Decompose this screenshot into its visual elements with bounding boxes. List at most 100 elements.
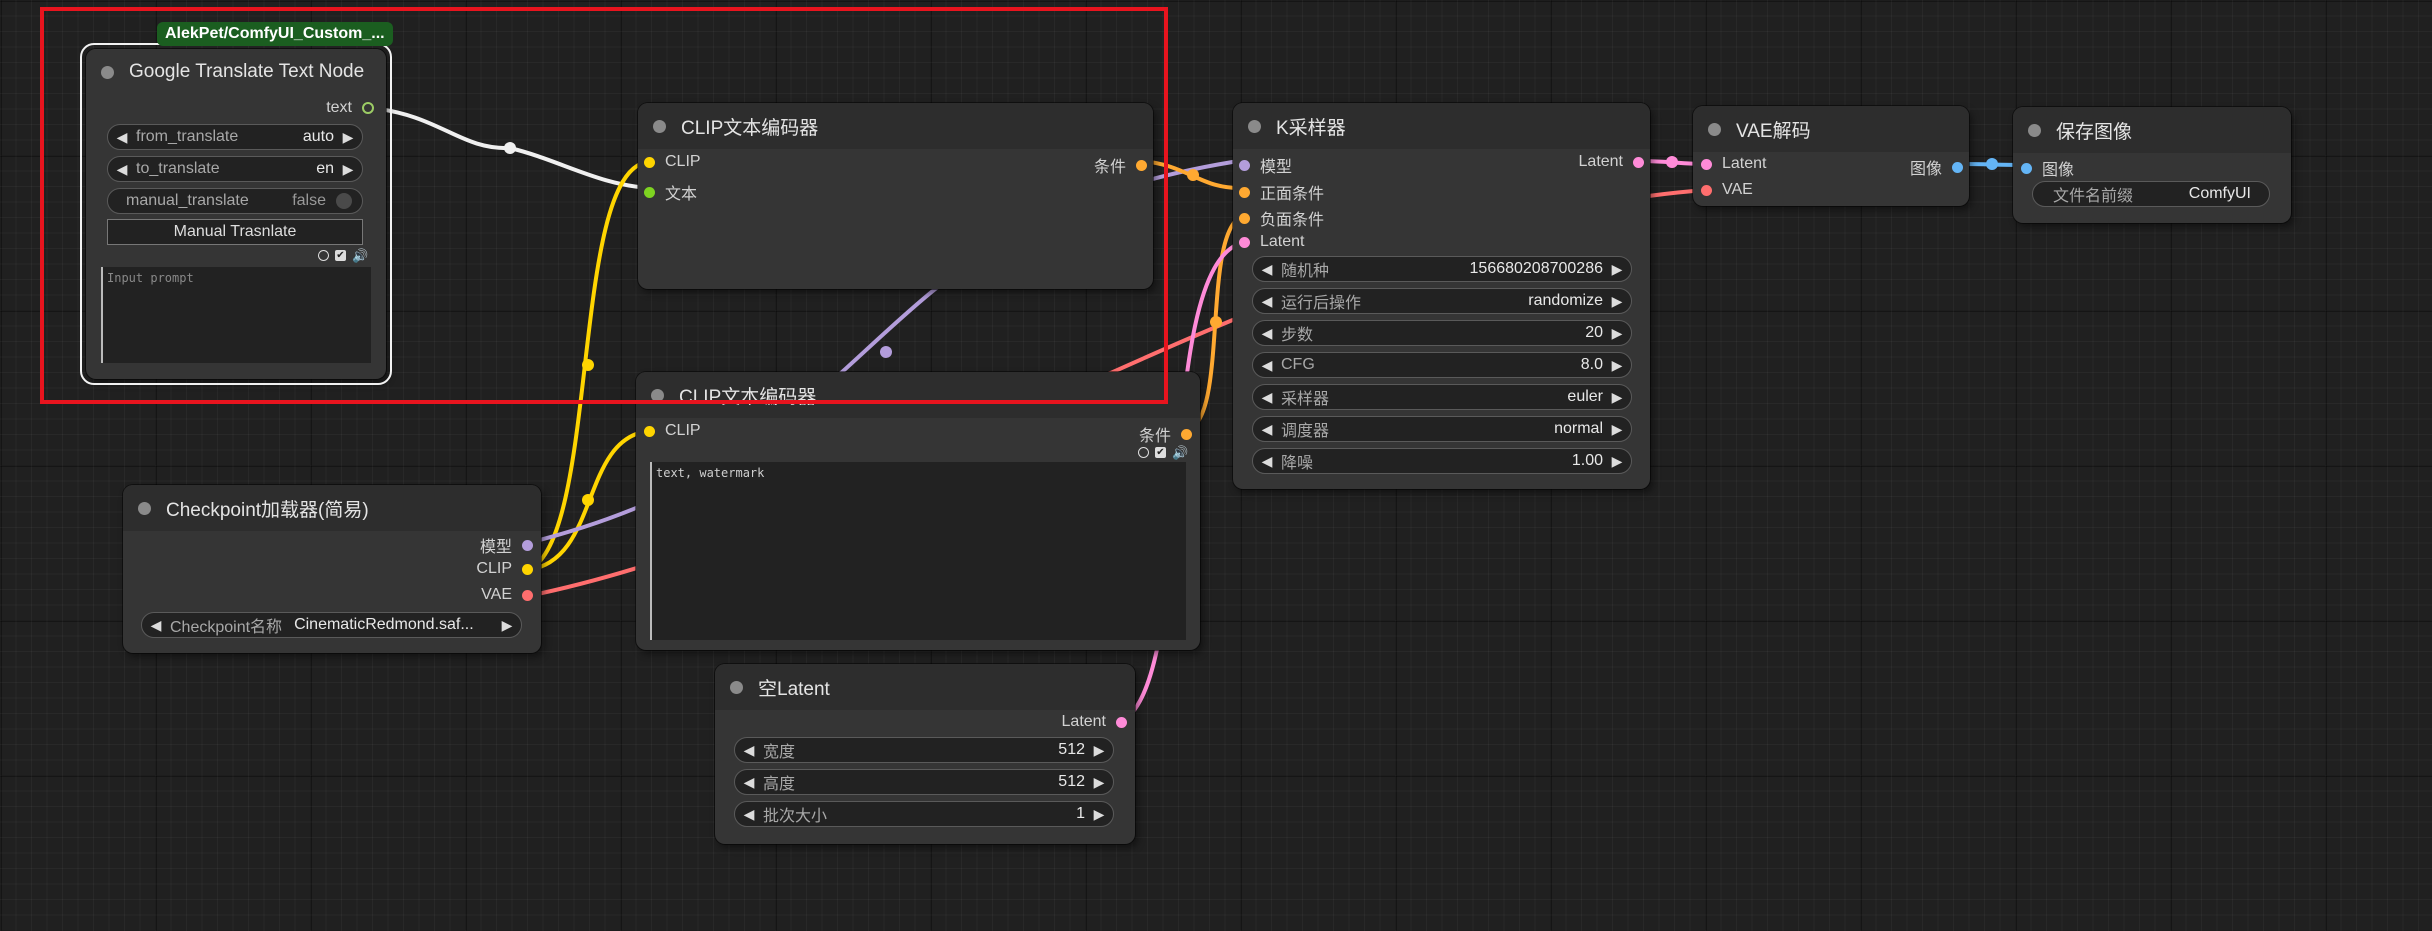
arrow-left-icon[interactable]: ◀: [1253, 421, 1281, 438]
conditioning-port-icon[interactable]: [1239, 212, 1250, 224]
arrow-left-icon[interactable]: ◀: [1253, 325, 1281, 342]
empty-latent-node[interactable]: 空Latent Latent ◀ 宽度 512 ▶ ◀ 高度 512 ▶ ◀ 批…: [715, 664, 1135, 844]
output-image[interactable]: 图像: [1910, 155, 1963, 179]
conditioning-port-icon[interactable]: [1239, 186, 1250, 198]
arrow-left-icon[interactable]: ◀: [108, 129, 136, 146]
node-title-bar[interactable]: Google Translate Text Node: [86, 49, 386, 95]
string-port-icon[interactable]: [644, 186, 655, 198]
input-clip[interactable]: CLIP: [644, 422, 701, 440]
output-clip[interactable]: CLIP: [476, 560, 533, 578]
arrow-left-icon[interactable]: ◀: [735, 806, 763, 823]
filename-prefix-widget[interactable]: 文件名前缀 ComfyUI: [2032, 181, 2270, 207]
latent-port-icon[interactable]: [1239, 236, 1250, 248]
arrow-left-icon[interactable]: ◀: [1253, 293, 1281, 310]
arrow-right-icon[interactable]: ▶: [1603, 421, 1631, 438]
output-model[interactable]: 模型: [480, 533, 533, 557]
circle-icon[interactable]: [1138, 447, 1149, 458]
collapse-dot[interactable]: [730, 680, 743, 694]
arrow-left-icon[interactable]: ◀: [1253, 389, 1281, 406]
seed-widget[interactable]: ◀ 随机种 156680208700286 ▶: [1252, 256, 1632, 282]
checkbox-icon[interactable]: ✔: [1155, 447, 1166, 458]
string-port-icon[interactable]: [362, 102, 374, 114]
collapse-dot[interactable]: [653, 119, 666, 133]
clip-text-encoder-1[interactable]: CLIP文本编码器 CLIP 文本 条件: [638, 103, 1153, 289]
output-vae[interactable]: VAE: [481, 586, 533, 604]
collapse-dot[interactable]: [1708, 122, 1721, 136]
circle-icon[interactable]: [318, 250, 329, 261]
arrow-left-icon[interactable]: ◀: [1253, 357, 1281, 374]
latent-port-icon[interactable]: [1116, 716, 1127, 728]
arrow-right-icon[interactable]: ▶: [1085, 774, 1113, 791]
arrow-left-icon[interactable]: ◀: [108, 161, 136, 178]
node-title-bar[interactable]: K采样器: [1233, 103, 1650, 149]
latent-port-icon[interactable]: [1701, 158, 1712, 170]
output-latent[interactable]: Latent: [1579, 153, 1644, 171]
speaker-icon[interactable]: 🔊: [352, 249, 368, 262]
input-image[interactable]: 图像: [2021, 156, 2074, 180]
vae-port-icon[interactable]: [522, 589, 533, 601]
from-translate-combo[interactable]: ◀ from_translate auto ▶: [107, 124, 363, 150]
prompt-textarea[interactable]: text, watermark: [650, 462, 1186, 640]
input-latent[interactable]: Latent: [1701, 155, 1766, 173]
model-port-icon[interactable]: [522, 539, 533, 551]
latent-port-icon[interactable]: [1633, 156, 1644, 168]
collapse-dot[interactable]: [101, 65, 114, 79]
node-title-bar[interactable]: CLIP文本编码器: [636, 372, 1200, 418]
image-port-icon[interactable]: [1952, 161, 1963, 173]
arrow-right-icon[interactable]: ▶: [1085, 806, 1113, 823]
node-title-bar[interactable]: 保存图像: [2013, 107, 2291, 153]
arrow-right-icon[interactable]: ▶: [334, 161, 362, 178]
input-negative[interactable]: 负面条件: [1239, 206, 1324, 230]
node-title-bar[interactable]: CLIP文本编码器: [638, 103, 1153, 149]
save-image-node[interactable]: 保存图像 图像 文件名前缀 ComfyUI: [2013, 107, 2291, 223]
arrow-left-icon[interactable]: ◀: [1253, 453, 1281, 470]
image-port-icon[interactable]: [2021, 162, 2032, 174]
clip-text-encoder-2[interactable]: CLIP文本编码器 CLIP 条件 ✔ 🔊 text, watermark: [636, 372, 1200, 650]
arrow-left-icon[interactable]: ◀: [735, 774, 763, 791]
input-latent[interactable]: Latent: [1239, 233, 1304, 251]
output-latent[interactable]: Latent: [1062, 713, 1127, 731]
clip-port-icon[interactable]: [644, 425, 655, 437]
sampler-widget[interactable]: ◀ 采样器 euler ▶: [1252, 384, 1632, 410]
collapse-dot[interactable]: [651, 388, 664, 402]
clip-port-icon[interactable]: [644, 156, 655, 168]
arrow-right-icon[interactable]: ▶: [1603, 357, 1631, 374]
arrow-right-icon[interactable]: ▶: [1603, 453, 1631, 470]
google-translate-node[interactable]: Google Translate Text Node text ◀ from_t…: [86, 49, 386, 379]
model-port-icon[interactable]: [1239, 159, 1250, 171]
arrow-right-icon[interactable]: ▶: [1603, 261, 1631, 278]
collapse-dot[interactable]: [138, 501, 151, 515]
arrow-right-icon[interactable]: ▶: [1603, 293, 1631, 310]
batch-size-widget[interactable]: ◀ 批次大小 1 ▶: [734, 801, 1114, 827]
cfg-widget[interactable]: ◀ CFG 8.0 ▶: [1252, 352, 1632, 378]
vae-port-icon[interactable]: [1701, 184, 1712, 196]
arrow-left-icon[interactable]: ◀: [1253, 261, 1281, 278]
manual-translate-button[interactable]: Manual Trasnlate: [107, 219, 363, 245]
arrow-right-icon[interactable]: ▶: [1085, 742, 1113, 759]
input-clip[interactable]: CLIP: [644, 153, 701, 171]
input-model[interactable]: 模型: [1239, 153, 1292, 177]
checkbox-icon[interactable]: ✔: [335, 250, 346, 261]
arrow-right-icon[interactable]: ▶: [1603, 389, 1631, 406]
arrow-right-icon[interactable]: ▶: [334, 129, 362, 146]
checkpoint-loader-node[interactable]: Checkpoint加载器(简易) 模型 CLIP VAE ◀ Checkpoi…: [123, 485, 541, 653]
node-title-bar[interactable]: Checkpoint加载器(简易): [123, 485, 541, 531]
input-positive[interactable]: 正面条件: [1239, 180, 1324, 204]
collapse-dot[interactable]: [2028, 123, 2041, 137]
control-after-generate-widget[interactable]: ◀ 运行后操作 randomize ▶: [1252, 288, 1632, 314]
checkpoint-name-combo[interactable]: ◀ Checkpoint名称 CinematicRedmond.saf... ▶: [141, 612, 522, 638]
denoise-widget[interactable]: ◀ 降噪 1.00 ▶: [1252, 448, 1632, 474]
output-conditioning[interactable]: 条件: [1094, 153, 1147, 177]
input-text[interactable]: 文本: [644, 180, 697, 204]
arrow-right-icon[interactable]: ▶: [1603, 325, 1631, 342]
ksampler-node[interactable]: K采样器 模型 正面条件 负面条件 Latent Latent ◀ 随机种 15…: [1233, 103, 1650, 489]
manual-translate-toggle[interactable]: manual_translate false: [107, 188, 363, 214]
scheduler-widget[interactable]: ◀ 调度器 normal ▶: [1252, 416, 1632, 442]
height-widget[interactable]: ◀ 高度 512 ▶: [734, 769, 1114, 795]
clip-port-icon[interactable]: [522, 563, 533, 575]
conditioning-port-icon[interactable]: [1181, 428, 1192, 440]
output-text[interactable]: text: [326, 99, 374, 117]
width-widget[interactable]: ◀ 宽度 512 ▶: [734, 737, 1114, 763]
arrow-left-icon[interactable]: ◀: [735, 742, 763, 759]
speaker-icon[interactable]: 🔊: [1172, 446, 1188, 459]
